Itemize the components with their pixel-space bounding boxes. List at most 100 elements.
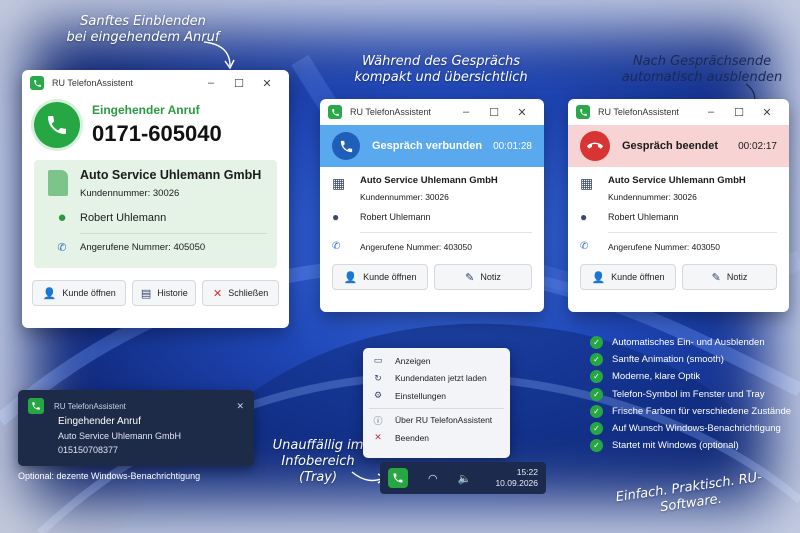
wifi-icon[interactable]: ◠ [428, 472, 438, 485]
maximize-button[interactable]: ☐ [725, 106, 753, 119]
call-status: Gespräch verbunden [372, 140, 483, 152]
notification-company: Auto Service Uhlemann GmbH [58, 431, 182, 441]
document-icon: ▤ [140, 287, 152, 300]
window-title: RU TelefonAssistent [52, 78, 133, 88]
caller-info-panel: Auto Service Uhlemann GmbH Kundennummer:… [34, 160, 277, 268]
incoming-phone-icon [34, 102, 80, 148]
history-button[interactable]: ▤ Historie [132, 280, 197, 306]
menu-item-settings[interactable]: ⚙ Einstellungen [363, 387, 510, 405]
person-icon: ● [332, 210, 340, 224]
notification-caption: Optional: dezente Windows-Benachrichtigu… [18, 471, 201, 481]
notification-number: 015150708377 [58, 445, 119, 455]
phone-small-icon: ✆ [57, 242, 67, 254]
speaker-icon[interactable]: 🔈 [458, 472, 472, 485]
phone-small-icon: ✆ [580, 241, 589, 252]
app-phone-icon [328, 105, 342, 119]
title-bar: RU TelefonAssistent – ☐ ✕ [22, 70, 289, 96]
feature-item: ✓ Automatisches Ein- und Ausblenden [590, 334, 791, 351]
ended-call-window: RU TelefonAssistent – ☐ ✕ Gespräch beend… [568, 99, 789, 312]
title-bar: RU TelefonAssistent – ☐ ✕ [320, 99, 544, 125]
tray-app-icon[interactable] [388, 468, 408, 488]
open-customer-button[interactable]: 👤 Kunde öffnen [32, 280, 127, 306]
close-button[interactable]: ✕ [753, 106, 781, 119]
check-icon: ✓ [590, 422, 603, 436]
status-banner: Gespräch verbunden 00:01:28 [320, 125, 544, 167]
customer-number: Kundennummer: 30026 [80, 188, 180, 199]
check-icon: ✓ [590, 336, 603, 350]
minimize-button[interactable]: – [452, 106, 480, 118]
called-number: Angerufene Nummer: 403050 [608, 241, 720, 252]
info-icon: ⓘ [373, 415, 383, 426]
contact-name: Robert Uhlemann [80, 211, 167, 224]
user-icon: 👤 [42, 287, 57, 300]
notification-title: Eingehender Anruf [58, 416, 141, 427]
edit-icon: ✎ [711, 271, 721, 284]
hangup-icon [580, 131, 610, 161]
feature-item: ✓ Telefon-Symbol im Fenster und Tray [590, 386, 791, 403]
app-phone-icon [576, 105, 590, 119]
minimize-button[interactable]: – [697, 106, 725, 118]
check-icon: ✓ [590, 370, 603, 384]
check-icon: ✓ [590, 439, 603, 453]
clock[interactable]: 15:22 10.09.2026 [495, 467, 538, 489]
x-icon: ✕ [213, 287, 223, 300]
open-customer-button[interactable]: 👤 Kunde öffnen [332, 264, 428, 290]
company-name: Auto Service Uhlemann GmbH [360, 175, 498, 186]
building-icon: ▦ [332, 175, 346, 191]
check-icon: ✓ [590, 353, 603, 367]
person-icon: ● [57, 209, 67, 226]
menu-item-about[interactable]: ⓘ Über RU TelefonAssistent [363, 412, 510, 430]
company-name: Auto Service Uhlemann GmbH [608, 175, 746, 186]
annotation-compact: Während des Gesprächs kompakt und übersi… [354, 54, 528, 85]
status-banner: Gespräch beendet 00:02:17 [568, 125, 789, 167]
connected-call-window: RU TelefonAssistent – ☐ ✕ Gespräch verbu… [320, 99, 544, 312]
close-call-button[interactable]: ✕ Schließen [202, 280, 279, 306]
open-customer-button[interactable]: 👤 Kunde öffnen [580, 264, 676, 290]
annotation-arrow-1 [203, 41, 235, 70]
call-timer: 00:01:28 [493, 140, 532, 152]
check-icon: ✓ [590, 387, 603, 401]
menu-item-load-data[interactable]: ↻ Kundendaten jetzt laden [363, 370, 510, 388]
close-button[interactable]: ✕ [253, 77, 281, 90]
connected-phone-icon [332, 132, 360, 160]
app-phone-icon [28, 398, 44, 414]
slogan: Einfach. Praktisch. RU-Software. [614, 469, 763, 516]
called-number: Angerufene Nummer: 403050 [360, 241, 472, 252]
menu-separator [369, 407, 504, 409]
tray-context-menu: ▭ Anzeigen ↻ Kundendaten jetzt laden ⚙ Eins… [363, 348, 510, 458]
note-button[interactable]: ✎ Notiz [682, 264, 777, 290]
contact-name: Robert Uhlemann [360, 212, 431, 222]
user-icon: 👤 [591, 271, 606, 284]
phone-small-icon: ✆ [332, 241, 341, 252]
close-icon[interactable]: ✕ [236, 401, 244, 412]
building-icon: ▦ [580, 175, 594, 191]
company-name: Auto Service Uhlemann GmbH [80, 168, 262, 182]
sim-card-icon [48, 170, 68, 196]
customer-number: Kundennummer: 30026 [608, 192, 697, 202]
maximize-button[interactable]: ☐ [480, 106, 508, 119]
gear-icon: ⚙ [373, 390, 383, 401]
edit-icon: ✎ [465, 271, 475, 284]
caller-number: 0171-605040 [92, 121, 222, 146]
windows-notification[interactable]: RU TelefonAssistent ✕ Eingehender Anruf … [18, 390, 254, 466]
app-phone-icon [30, 76, 44, 90]
maximize-button[interactable]: ☐ [225, 77, 253, 90]
clock-date: 10.09.2026 [495, 478, 538, 488]
minimize-button[interactable]: – [197, 77, 225, 89]
clock-time: 15:22 [516, 467, 538, 477]
close-button[interactable]: ✕ [508, 106, 536, 119]
feature-list: ✓ Automatisches Ein- und Ausblenden ✓ Sanf… [590, 334, 791, 454]
menu-item-exit[interactable]: ✕ Beenden [363, 429, 510, 447]
window-icon: ▭ [373, 355, 383, 366]
call-timer: 00:02:17 [738, 140, 777, 152]
customer-number: Kundennummer: 30026 [360, 192, 449, 202]
incoming-call-window: RU TelefonAssistent – ☐ ✕ Eingehender An… [22, 70, 289, 328]
menu-item-show[interactable]: ▭ Anzeigen [363, 352, 510, 370]
note-button[interactable]: ✎ Notiz [434, 264, 532, 290]
x-icon: ✕ [374, 432, 382, 443]
title-bar: RU TelefonAssistent – ☐ ✕ [568, 99, 789, 125]
window-title: RU TelefonAssistent [598, 107, 679, 117]
feature-item: ✓ Moderne, klare Optik [590, 368, 791, 385]
person-icon: ● [580, 210, 588, 224]
feature-item: ✓ Auf Wunsch Windows-Benachrichtigung [590, 420, 791, 437]
